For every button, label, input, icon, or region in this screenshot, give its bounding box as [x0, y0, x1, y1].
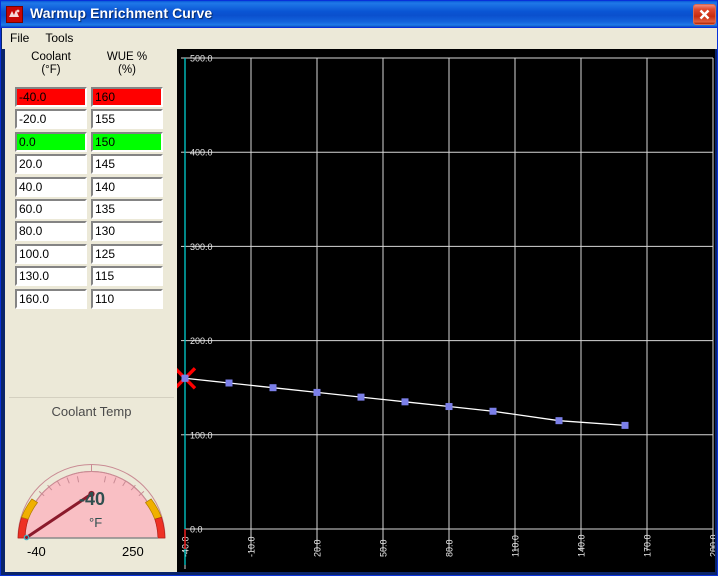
x-tick-label: 200.0 [709, 534, 716, 557]
table-row: -20.0 155 [13, 109, 173, 131]
cell-coolant[interactable]: 80.0 [15, 221, 87, 242]
data-point-marker [401, 398, 409, 406]
title-bar: Warmup Enrichment Curve [1, 1, 717, 28]
gauge-min-label: -40 [27, 544, 46, 559]
menu-item-tools[interactable]: Tools [37, 28, 81, 47]
chart-background [177, 49, 715, 572]
coolant-temp-gauge: Coolant Temp -40 °F -40 250 [9, 397, 174, 569]
cell-wue[interactable]: 155 [91, 109, 163, 130]
table-row: 60.0 135 [13, 198, 173, 221]
y-tick-label: 200.0 [190, 336, 213, 346]
y-tick-label: 0.0 [190, 525, 203, 535]
chart-canvas: 100.0200.0300.0400.0500.00.0-40.0-10.020… [177, 49, 715, 572]
column-header-coolant-unit: (°F) [41, 64, 61, 76]
close-button[interactable] [693, 4, 716, 25]
column-header-coolant: Coolant (°F) [15, 51, 87, 77]
curve-table: Coolant (°F) WUE % (%) -40.0 160 -20.0 1… [13, 51, 173, 311]
data-point-marker [555, 417, 563, 425]
data-point-marker [445, 403, 453, 411]
cell-coolant[interactable]: 0.0 [15, 131, 87, 152]
left-panel: Coolant (°F) WUE % (%) -40.0 160 -20.0 1… [5, 49, 177, 572]
column-header-wue-unit: (%) [118, 64, 136, 76]
data-point-marker [313, 388, 321, 396]
cell-wue[interactable]: 150 [91, 131, 163, 152]
cell-coolant[interactable]: 160.0 [15, 288, 87, 309]
data-point-marker [269, 384, 277, 392]
data-point-marker [621, 421, 629, 429]
y-tick-label: 400.0 [190, 148, 213, 158]
cell-coolant[interactable]: -40.0 [15, 87, 87, 107]
x-tick-label: 20.0 [313, 539, 323, 557]
client-area: Coolant (°F) WUE % (%) -40.0 160 -20.0 1… [5, 49, 715, 572]
cell-coolant[interactable]: 40.0 [15, 176, 87, 197]
y-tick-label: 300.0 [190, 242, 213, 252]
gauge-max-label: 250 [122, 544, 144, 559]
cell-wue[interactable]: 130 [91, 221, 163, 242]
cell-wue[interactable]: 145 [91, 154, 163, 175]
cell-wue[interactable]: 115 [91, 266, 163, 287]
table-body: -40.0 160 -20.0 155 0.0 150 20.0 145 40.… [13, 87, 173, 311]
cell-wue[interactable]: 135 [91, 198, 163, 219]
data-point-marker [181, 374, 189, 382]
table-row: 0.0 150 [13, 131, 173, 154]
cell-wue[interactable]: 140 [91, 176, 163, 197]
gauge-value: -40 [79, 489, 106, 509]
table-row: 160.0 110 [13, 288, 173, 311]
menu-item-file[interactable]: File [2, 28, 37, 47]
cell-wue[interactable]: 160 [91, 87, 163, 107]
gauge-units: °F [89, 515, 103, 530]
cell-wue[interactable]: 110 [91, 288, 163, 309]
x-tick-label: 170.0 [643, 534, 653, 557]
x-tick-label: 80.0 [445, 539, 455, 557]
column-header-wue-name: WUE % [106, 51, 148, 63]
table-row: 130.0 115 [13, 266, 173, 288]
cell-coolant[interactable]: 130.0 [15, 266, 87, 287]
x-tick-label: 110.0 [511, 535, 521, 557]
cell-coolant[interactable]: 20.0 [15, 154, 87, 175]
table-header-row: Coolant (°F) WUE % (%) [13, 51, 173, 85]
cell-wue[interactable]: 125 [91, 243, 163, 264]
warmup-curve-chart[interactable]: 100.0200.0300.0400.0500.00.0-40.0-10.020… [177, 49, 715, 572]
gauge-title: Coolant Temp [51, 404, 132, 419]
table-row: 40.0 140 [13, 176, 173, 199]
table-row: 20.0 145 [13, 154, 173, 176]
x-tick-label: 50.0 [379, 539, 389, 557]
table-row: 80.0 130 [13, 221, 173, 243]
application-window: Warmup Enrichment Curve File Tools Coola… [0, 0, 718, 576]
table-row: -40.0 160 [13, 87, 173, 109]
x-tick-label: 140.0 [577, 534, 587, 557]
data-point-marker [489, 407, 497, 415]
cell-coolant[interactable]: 100.0 [15, 243, 87, 264]
x-tick-label: -10.0 [247, 536, 257, 557]
column-header-coolant-name: Coolant [31, 51, 71, 63]
cell-coolant[interactable]: -20.0 [15, 109, 87, 130]
data-point-marker [225, 379, 233, 387]
data-point-marker [357, 393, 365, 401]
cell-coolant[interactable]: 60.0 [15, 198, 87, 219]
table-row: 100.0 125 [13, 243, 173, 266]
window-title: Warmup Enrichment Curve [30, 5, 213, 21]
menu-bar: File Tools [2, 28, 717, 49]
close-icon [699, 9, 710, 20]
app-icon [6, 6, 23, 23]
y-tick-label: 100.0 [190, 430, 213, 440]
column-header-wue: WUE % (%) [91, 51, 163, 77]
